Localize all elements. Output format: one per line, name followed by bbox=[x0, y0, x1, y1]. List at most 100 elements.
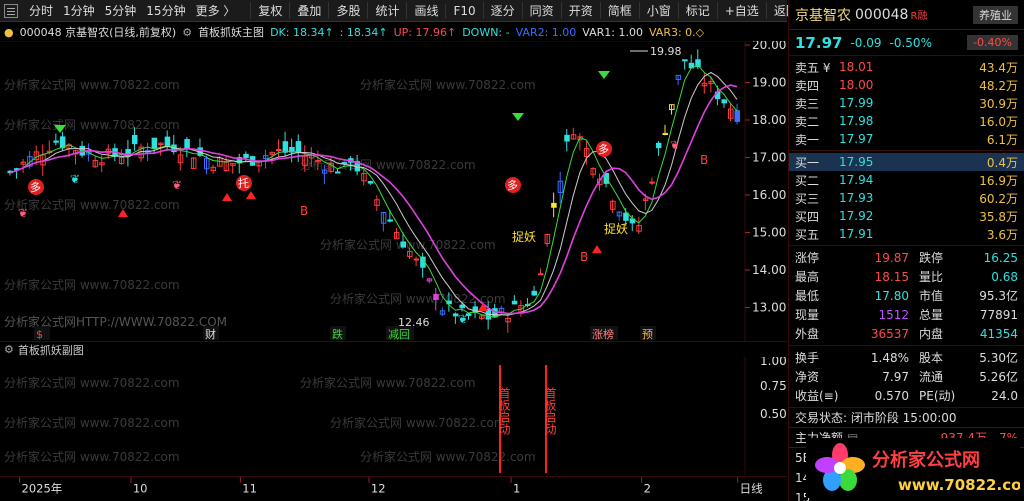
order-volume: 48.2万 bbox=[979, 78, 1018, 93]
tool-mark-button[interactable]: 标记 bbox=[677, 2, 717, 19]
order-volume: 30.9万 bbox=[979, 96, 1018, 111]
stat-value: 5.30亿 bbox=[979, 351, 1018, 365]
candle-body bbox=[531, 290, 537, 296]
last-price: 17.97 bbox=[795, 33, 843, 52]
order-price: 17.95 bbox=[839, 155, 874, 169]
tool-small-window-button[interactable]: 小窗 bbox=[638, 2, 678, 19]
period-tab-2[interactable]: 1分钟 bbox=[58, 2, 100, 19]
sub-axis-label: 1.00 bbox=[760, 357, 787, 368]
up-triangle-marker bbox=[592, 245, 602, 253]
chart-header-k2: : 18.34↑ bbox=[339, 25, 388, 39]
industry-tag[interactable]: 养殖业 bbox=[973, 5, 1018, 24]
period-tab-3[interactable]: 5分钟 bbox=[100, 2, 142, 19]
tool-add-watchlist-button[interactable]: +自选 bbox=[716, 2, 766, 19]
stat-row[interactable]: 现量 1512 总量 77891 bbox=[789, 305, 1024, 324]
signal-badge-text: 托 bbox=[238, 176, 249, 190]
candle-body bbox=[682, 59, 688, 62]
order-price: 17.93 bbox=[839, 191, 874, 205]
sell-orders: 卖五 ¥ 18.01 43.4万卖四 18.00 48.2万 卖三 17.99 30.9万 卖二… bbox=[789, 56, 1024, 151]
stat-row[interactable]: 外盘 36537 内盘 41354 bbox=[789, 324, 1024, 343]
start-signal-label: 首板启动 bbox=[543, 387, 557, 435]
candle-body bbox=[623, 212, 629, 221]
period-tab-1[interactable]: 分时 bbox=[24, 2, 58, 19]
order-price: 18.00 bbox=[839, 78, 874, 92]
watermark-text: 分析家公式网 www.70822.com bbox=[300, 375, 476, 390]
tool-f10-button[interactable]: F10 bbox=[445, 3, 482, 18]
date-axis-label: 日线 bbox=[740, 481, 764, 495]
catch-label: 捉妖 bbox=[512, 229, 536, 244]
sub-chart-title: 首板抓妖副图 bbox=[17, 343, 84, 357]
period-tab-4[interactable]: 15分钟 bbox=[141, 2, 190, 19]
stat-label: 涨停 bbox=[795, 251, 820, 265]
price-change: -0.09 bbox=[850, 35, 882, 50]
sub-indicator-chart[interactable]: 分析家公式网 www.70822.com 分析家公式网 www.70822.com… bbox=[0, 357, 787, 475]
tool-zhufen-button[interactable]: 逐分 bbox=[482, 2, 522, 19]
buy-order-row[interactable]: 买三 17.93 60.2万 bbox=[789, 189, 1024, 207]
stat-value: 5.26亿 bbox=[979, 370, 1018, 384]
stat-value: 1.48% bbox=[870, 350, 909, 365]
buy-mark-b: B bbox=[580, 250, 588, 264]
candle-body bbox=[721, 99, 727, 104]
tool-fuquan-button[interactable]: 复权 bbox=[250, 2, 289, 19]
tool-tongzi-button[interactable]: 同资 bbox=[521, 2, 561, 19]
buy-order-row[interactable]: 买一 17.95 0.4万 bbox=[789, 153, 1024, 171]
stat-value: 24.0 bbox=[991, 388, 1018, 403]
bottom-tag: 财 bbox=[205, 327, 216, 341]
signal-badge-text: 多 bbox=[507, 178, 518, 192]
order-level-label: 买四 bbox=[795, 209, 820, 224]
tool-kaizi-button[interactable]: 开资 bbox=[560, 2, 600, 19]
candle-body bbox=[413, 258, 420, 261]
stats-block-2: 换手 1.48% 股本 5.30亿 净资 7.97 流通 5.26亿 收益(≡) 0.570 PE(… bbox=[789, 346, 1024, 408]
stat-label: 内盘 bbox=[919, 327, 944, 341]
chart-header-config-icon[interactable]: ⚙ bbox=[182, 26, 192, 39]
main-kline-chart[interactable]: 分析家公式网 www.70822.com 分析家公式网 www.70822.com… bbox=[0, 41, 787, 341]
sell-order-row[interactable]: 卖四 18.00 48.2万 bbox=[789, 76, 1024, 94]
buy-order-row[interactable]: 买五 17.91 3.6万 bbox=[789, 225, 1024, 243]
date-axis-label: 1 bbox=[513, 481, 520, 495]
date-axis-label: 12 bbox=[371, 481, 386, 495]
order-level-label: 卖五 ¥ bbox=[795, 60, 831, 75]
stat-value: 0.570 bbox=[874, 388, 909, 403]
date-axis-label: 10 bbox=[133, 481, 148, 495]
chart-header-indicator[interactable]: 首板抓妖主图 bbox=[198, 24, 264, 40]
stat-value: 19.87 bbox=[874, 250, 909, 265]
order-volume: 60.2万 bbox=[979, 191, 1018, 206]
tool-draw-button[interactable]: 画线 bbox=[406, 2, 445, 19]
sell-order-row[interactable]: 卖一 17.97 6.1万 bbox=[789, 130, 1024, 148]
sub-axis-label: 0.50 bbox=[760, 407, 787, 421]
stat-row[interactable]: 最高 18.15 量比 0.68 bbox=[789, 267, 1024, 286]
stat-row[interactable]: 收益(≡) 0.570 PE(动) 24.0 bbox=[789, 386, 1024, 405]
tool-stats-button[interactable]: 统计 bbox=[367, 2, 406, 19]
tool-overlay-button[interactable]: 叠加 bbox=[289, 2, 328, 19]
stat-value: 77891 bbox=[979, 307, 1018, 322]
menu-icon[interactable] bbox=[4, 3, 18, 18]
tool-jiankuang-button[interactable]: 简框 bbox=[599, 2, 639, 19]
buy-orders: 买一 17.95 0.4万 买二 17.94 16.9万 买三 17.93 60.2万 买四 17.… bbox=[789, 151, 1024, 246]
stat-row[interactable]: 换手 1.48% 股本 5.30亿 bbox=[789, 348, 1024, 367]
chart-header-down: DOWN: - bbox=[462, 25, 510, 39]
buy-order-row[interactable]: 买二 17.94 16.9万 bbox=[789, 171, 1024, 189]
sell-order-row[interactable]: 卖三 17.99 30.9万 bbox=[789, 94, 1024, 112]
stock-code: 000048 bbox=[855, 6, 909, 23]
candle-body bbox=[131, 134, 138, 145]
sub-chart-config-icon[interactable]: ⚙ bbox=[4, 343, 14, 356]
watermark-text: 分析家公式网 www.70822.com bbox=[4, 277, 180, 292]
sell-order-row[interactable]: 卖五 ¥ 18.01 43.4万 bbox=[789, 58, 1024, 76]
tool-multi-button[interactable]: 多股 bbox=[328, 2, 367, 19]
stat-row[interactable]: 涨停 19.87 跌停 16.25 bbox=[789, 248, 1024, 267]
order-level-label: 卖四 bbox=[795, 78, 820, 93]
watermark-text: 分析家公式网 www.70822.com bbox=[330, 415, 506, 430]
order-level-label: 买一 bbox=[795, 155, 820, 170]
buy-order-row[interactable]: 买四 17.92 35.8万 bbox=[789, 207, 1024, 225]
chart-header-var1: VAR1: 1.00 bbox=[582, 25, 643, 39]
logo-url: www.70822.com bbox=[898, 476, 1020, 494]
candle-body bbox=[564, 134, 570, 142]
sub-axis-label: 0.75 bbox=[760, 379, 787, 393]
stat-row[interactable]: 最低 17.80 市值 95.3亿 bbox=[789, 286, 1024, 305]
order-volume: 0.4万 bbox=[986, 155, 1018, 170]
stat-value: 95.3亿 bbox=[979, 289, 1018, 303]
stat-row[interactable]: 净资 7.97 流通 5.26亿 bbox=[789, 367, 1024, 386]
period-more[interactable]: 更多 〉 bbox=[191, 2, 241, 19]
sell-order-row[interactable]: 卖二 17.98 16.0万 bbox=[789, 112, 1024, 130]
candle-body bbox=[335, 171, 341, 174]
